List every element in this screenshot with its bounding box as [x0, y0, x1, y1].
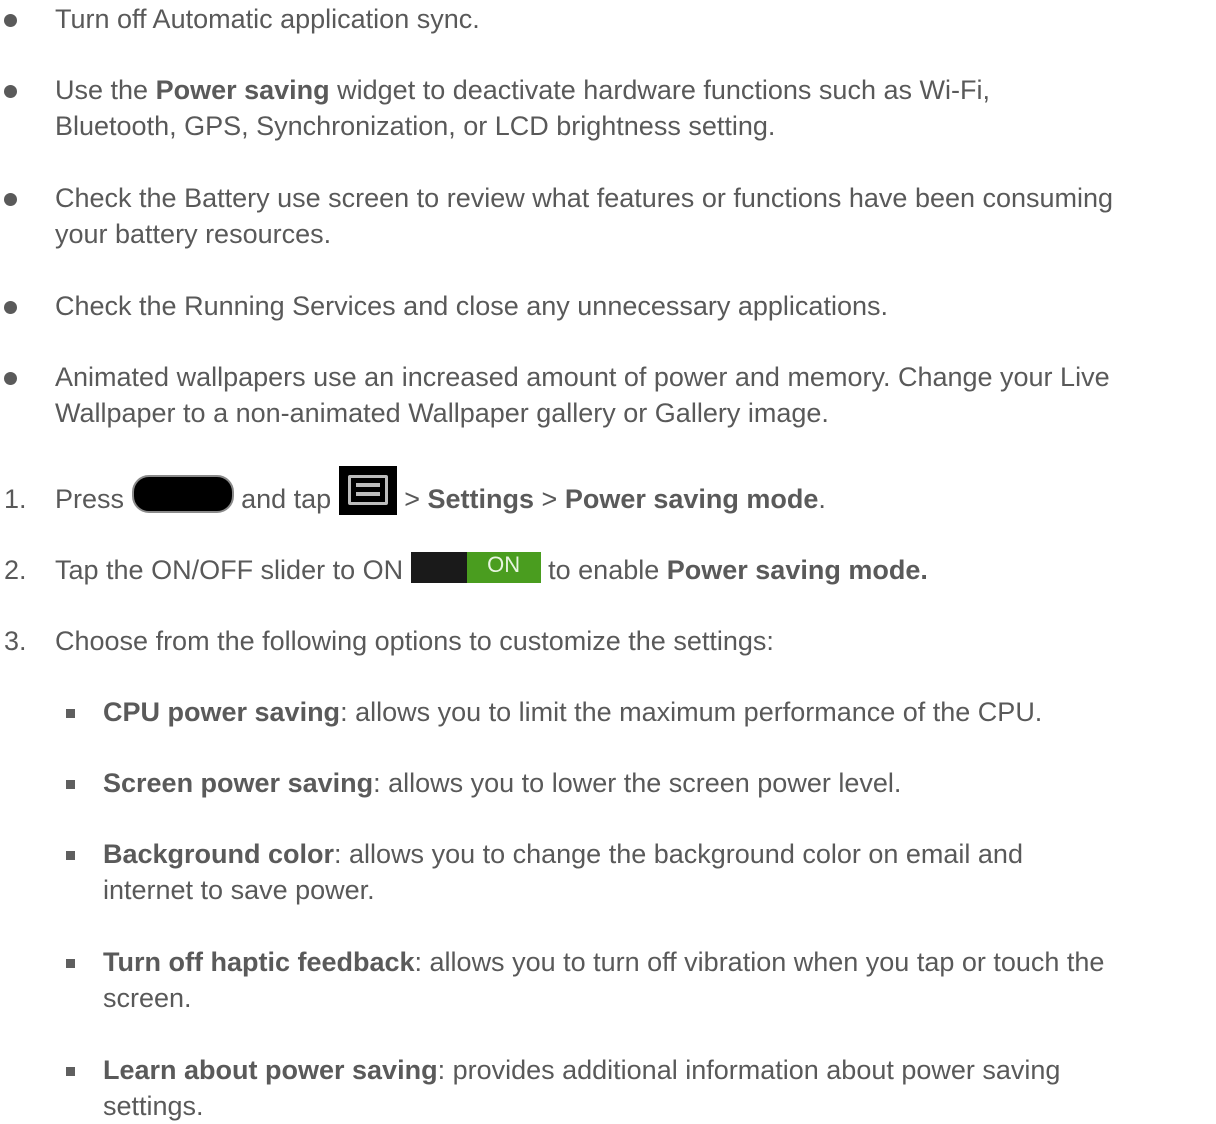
- bullet-dot: [4, 14, 17, 27]
- settings-label: Settings: [427, 484, 534, 514]
- step-text: Choose from the following options to cus…: [55, 626, 774, 656]
- breadcrumb-separator: >: [404, 484, 420, 514]
- step-and-tap-label: and tap: [241, 484, 332, 514]
- option-text: CPU power saving: allows you to limit th…: [103, 694, 1208, 730]
- bullet-text: Use the Power saving widget to deactivat…: [55, 72, 1213, 144]
- option-bullet: [66, 959, 75, 968]
- bullet-text: Check the Running Services and close any…: [55, 291, 888, 321]
- bullet-text-line1: Check the Battery use screen to review w…: [55, 183, 1114, 213]
- option-title: Screen power saving: [103, 768, 374, 798]
- step-text: Press and tap > Settings > Power saving …: [55, 466, 1213, 517]
- option-text: Screen power saving: allows you to lower…: [103, 765, 1208, 801]
- option-description: : allows you to turn off vibration when …: [414, 947, 1105, 977]
- step-instruction: Tap the ON/OFF slider to ON: [55, 555, 404, 585]
- option-title: Turn off haptic feedback: [103, 947, 415, 977]
- bullet-text: Turn off Automatic application sync.: [55, 4, 480, 34]
- breadcrumb-separator: >: [541, 484, 558, 514]
- toggle-off-segment: [410, 552, 467, 584]
- bullet-dot: [4, 301, 17, 314]
- on-off-toggle-icon: ON: [410, 552, 541, 584]
- bullet-text-post: widget to deactivate hardware functions …: [329, 75, 990, 105]
- bullet-text: Animated wallpapers use an increased amo…: [55, 359, 1213, 431]
- bullet-text-line2: Wallpaper to a non-animated Wallpaper ga…: [55, 398, 829, 428]
- option-description: : allows you to change the background co…: [334, 839, 1023, 869]
- bullet-dot: [4, 372, 17, 385]
- option-bullet: [66, 851, 75, 860]
- step-instruction-mid: to enable: [548, 555, 660, 585]
- step-press-label: Press: [55, 484, 125, 514]
- option-description: : provides additional information about …: [437, 1055, 1061, 1085]
- option-bullet: [66, 780, 75, 789]
- option-title: Learn about power saving: [103, 1055, 438, 1085]
- bullet-text-line1: Animated wallpapers use an increased amo…: [55, 362, 1110, 392]
- option-bullet: [66, 709, 75, 718]
- option-title: Background color: [103, 839, 335, 869]
- power-saving-mode-label: Power saving mode.: [666, 555, 928, 585]
- menu-key-icon: [338, 466, 397, 516]
- bullet-text-line2: Bluetooth, GPS, Synchronization, or LCD …: [55, 111, 776, 141]
- option-description: : allows you to lower the screen power l…: [373, 768, 902, 798]
- bullet-text: Check the Battery use screen to review w…: [55, 180, 1213, 252]
- option-text: Learn about power saving: provides addit…: [103, 1052, 1208, 1124]
- power-saving-mode-label: Power saving mode: [564, 484, 819, 514]
- bullet-text-pre: Use the: [55, 75, 156, 105]
- step-number: 1.: [4, 484, 27, 514]
- bullet-dot: [4, 85, 17, 98]
- option-description-line2: screen.: [103, 983, 192, 1013]
- bullet-dot: [4, 193, 17, 206]
- step-number: 3.: [4, 626, 27, 656]
- step-text: Tap the ON/OFF slider to ON ON to enable…: [55, 552, 1213, 588]
- option-description-line2: settings.: [103, 1091, 204, 1121]
- option-bullet: [66, 1067, 75, 1076]
- step-period: .: [818, 484, 826, 514]
- option-title: CPU power saving: [103, 697, 341, 727]
- option-text: Turn off haptic feedback: allows you to …: [103, 944, 1208, 1016]
- toggle-on-segment: ON: [466, 552, 541, 584]
- power-saving-widget-label: Power saving: [155, 75, 330, 105]
- bullet-text-line2: your battery resources.: [55, 219, 332, 249]
- option-description-line2: internet to save power.: [103, 875, 375, 905]
- option-text: Background color: allows you to change t…: [103, 836, 1208, 908]
- option-description: : allows you to limit the maximum perfor…: [340, 697, 1043, 727]
- home-key-icon: [131, 474, 234, 513]
- step-number: 2.: [4, 555, 27, 585]
